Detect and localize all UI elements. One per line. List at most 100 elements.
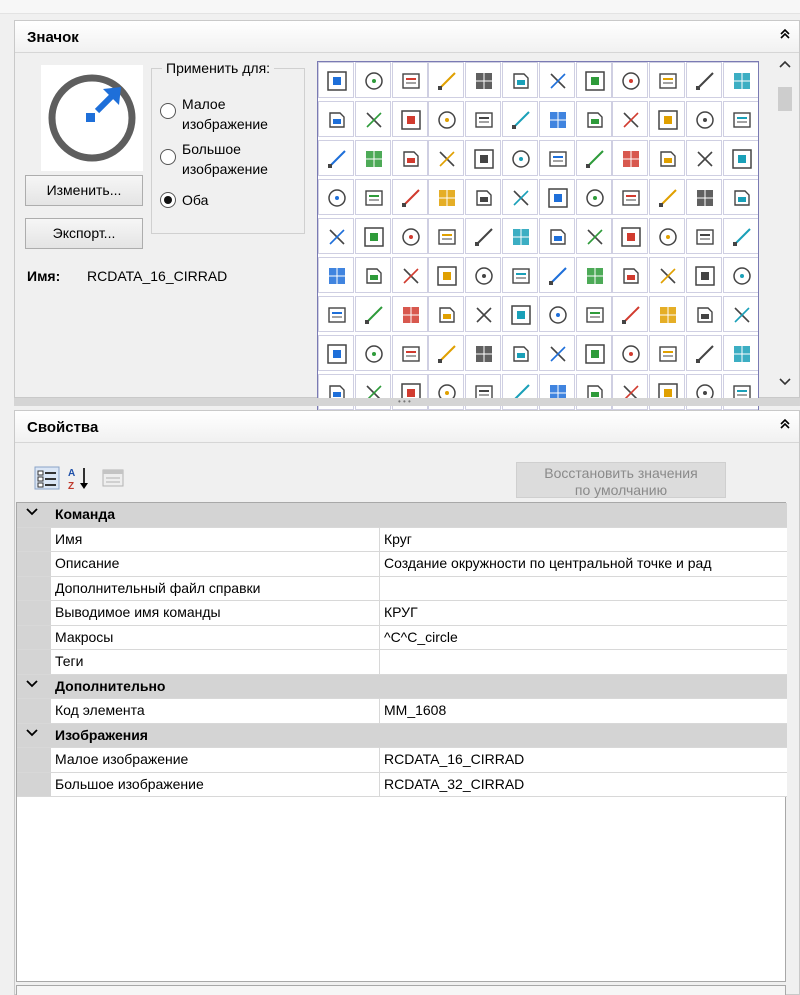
scroll-icon[interactable]	[502, 218, 538, 254]
text-mid-icon[interactable]	[649, 218, 686, 254]
chevron-down-icon[interactable]	[26, 678, 38, 692]
lisp-icon[interactable]	[502, 296, 538, 332]
pgp-icon[interactable]	[686, 257, 722, 293]
table-edit-icon[interactable]	[686, 179, 722, 215]
scroll-down-icon[interactable]	[779, 377, 791, 389]
circle-dashed-icon[interactable]	[465, 140, 502, 176]
property-row[interactable]: Код элемента MM_1608	[17, 699, 787, 724]
delete-red-icon[interactable]	[428, 257, 465, 293]
categorized-icon[interactable]	[34, 464, 60, 492]
text-bottom-center-icon[interactable]	[354, 257, 391, 293]
coins-icon[interactable]	[354, 140, 391, 176]
property-row[interactable]: Малое изображение RCDATA_16_CIRRAD	[17, 748, 787, 773]
list-edit-icon[interactable]	[354, 179, 391, 215]
table-icon[interactable]	[575, 179, 612, 215]
chevron-down-icon[interactable]	[26, 506, 38, 520]
clock-outline-icon[interactable]	[502, 257, 538, 293]
grid-edit-icon[interactable]	[575, 257, 612, 293]
square-dot-icon[interactable]	[686, 296, 722, 332]
frame-icon[interactable]	[538, 101, 575, 137]
collapse-icon[interactable]	[777, 28, 793, 44]
sparkle-icon[interactable]	[538, 62, 575, 98]
info-icon[interactable]	[649, 140, 686, 176]
category-row[interactable]: Изображения	[17, 723, 787, 748]
edit-button[interactable]: Изменить...	[25, 175, 143, 206]
folder-blank-icon[interactable]	[612, 335, 649, 371]
folder-open-icon[interactable]	[649, 335, 686, 371]
property-row[interactable]: Большое изображение RCDATA_32_CIRRAD	[17, 772, 787, 797]
building-icon[interactable]	[354, 218, 391, 254]
cube-icon[interactable]	[538, 296, 575, 332]
angle-orange-icon[interactable]	[612, 296, 649, 332]
restore-defaults-button[interactable]: Восстановить значения по умолчанию	[516, 462, 726, 498]
intersect-icon[interactable]	[465, 335, 502, 371]
check-doc-icon[interactable]	[318, 296, 354, 332]
magnet-icon[interactable]	[354, 335, 391, 371]
edit-doc-icon[interactable]	[354, 296, 391, 332]
property-value[interactable]	[379, 650, 384, 674]
radio-small-image[interactable]	[160, 103, 176, 119]
remove-icon[interactable]	[722, 62, 758, 98]
import-3ds-icon[interactable]	[428, 62, 465, 98]
export-button[interactable]: Экспорт...	[25, 218, 143, 249]
boundary-icon[interactable]	[575, 101, 612, 137]
align-left-icon[interactable]	[391, 179, 428, 215]
console-icon[interactable]	[428, 296, 465, 332]
circle-radius-icon[interactable]	[722, 101, 758, 137]
dwf-icon[interactable]	[318, 101, 354, 137]
property-value[interactable]: ^C^C_circle	[379, 625, 458, 649]
text-bottom-right-icon[interactable]	[391, 257, 428, 293]
property-value[interactable]: RCDATA_32_CIRRAD	[379, 772, 524, 796]
floppy-icon[interactable]	[686, 335, 722, 371]
cloud-icon[interactable]	[502, 62, 538, 98]
circle-diameter-icon[interactable]	[318, 140, 354, 176]
gallery-scrollbar[interactable]	[775, 57, 795, 397]
erase-list-icon[interactable]	[612, 140, 649, 176]
chevron-down-icon[interactable]	[26, 727, 38, 741]
property-pages-icon[interactable]	[100, 464, 126, 492]
3dpoly-icon[interactable]	[391, 62, 428, 98]
clean-icon[interactable]	[538, 140, 575, 176]
property-value[interactable]: КРУГ	[379, 601, 418, 625]
magnet-gray-icon[interactable]	[391, 335, 428, 371]
cross-x-icon[interactable]	[428, 335, 465, 371]
property-row[interactable]: Выводимое имя команды КРУГ	[17, 601, 787, 626]
dots-circle-icon[interactable]	[391, 140, 428, 176]
text-under-icon[interactable]	[686, 218, 722, 254]
gear-doc-icon[interactable]	[391, 296, 428, 332]
property-value[interactable]: RCDATA_16_CIRRAD	[379, 748, 524, 772]
category-row[interactable]: Команда	[17, 503, 787, 528]
ucs-icon[interactable]	[575, 62, 612, 98]
point-icon[interactable]	[318, 335, 354, 371]
layers-red-icon[interactable]	[722, 257, 758, 293]
clock-icon[interactable]	[502, 140, 538, 176]
radio-both[interactable]	[160, 192, 176, 208]
text-bottom-icon[interactable]	[318, 257, 354, 293]
layers-icon[interactable]	[612, 62, 649, 98]
sort-az-icon[interactable]: A Z	[66, 464, 92, 492]
globe-icon[interactable]	[649, 62, 686, 98]
collapse-icon[interactable]	[777, 418, 793, 434]
cui-load-icon[interactable]	[612, 257, 649, 293]
dashed-select-icon[interactable]	[318, 179, 354, 215]
bars-icon[interactable]	[465, 179, 502, 215]
attach-icon[interactable]	[354, 101, 391, 137]
cui-icon[interactable]	[538, 257, 575, 293]
panel-splitter[interactable]: • • •	[14, 398, 800, 406]
circle-3p-icon[interactable]	[686, 101, 722, 137]
clean-remove-icon[interactable]	[575, 140, 612, 176]
text-left-icon[interactable]	[612, 218, 649, 254]
vba-doc-icon[interactable]	[465, 296, 502, 332]
pen-edit-icon[interactable]	[686, 140, 722, 176]
property-row[interactable]: Дополнительный файл справки	[17, 576, 787, 601]
tree-icon[interactable]	[391, 218, 428, 254]
property-row[interactable]: Описание Создание окружности по центральн…	[17, 552, 787, 577]
arc-orange-icon[interactable]	[649, 296, 686, 332]
align-right-icon[interactable]	[428, 179, 465, 215]
property-value[interactable]: Круг	[379, 527, 412, 551]
scroll-up-icon[interactable]	[779, 59, 791, 71]
select-green-icon[interactable]	[722, 140, 758, 176]
text-top-icon[interactable]	[538, 218, 575, 254]
mirror-icon[interactable]	[686, 62, 722, 98]
zoom-icon[interactable]	[465, 257, 502, 293]
